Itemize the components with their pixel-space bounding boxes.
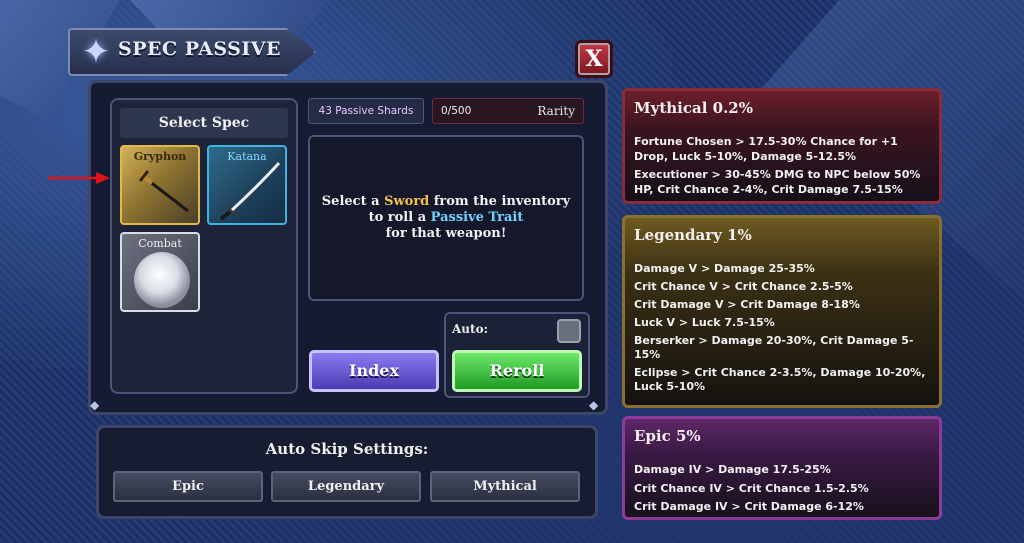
legendary-rarity-card: Legendary 1% Damage V > Damage 25-35% Cr… [622,215,942,408]
instruction-box: Select a Sword from the inventory to rol… [308,135,584,301]
sword-keyword: Sword [384,194,430,209]
annotation-arrow [48,172,110,184]
trait-line: Damage IV > Damage 17.5-25% [634,463,831,476]
reroll-button[interactable]: Reroll [452,350,582,392]
auto-label: Auto: [452,322,489,336]
mythical-title: Mythical 0.2% [634,99,753,117]
auto-checkbox[interactable] [557,319,581,343]
instruction-text: Select a Sword from the inventory to rol… [321,194,571,241]
corner-ornament-icon: ◆ [589,398,599,412]
auto-skip-legendary-button[interactable]: Legendary [271,471,421,502]
trait-line: Crit Chance V > Crit Chance 2.5-5% [634,280,853,293]
select-spec-header: Select Spec [120,108,288,138]
trait-line: Luck V > Luck 7.5-15% [634,316,775,329]
corner-ornament-icon: ◆ [90,398,100,412]
spec-card-gryphon[interactable]: Gryphon [120,145,200,225]
rarity-progress-bar: 0/500 Rarity [432,98,584,124]
spec-card-combat[interactable]: Combat [120,232,200,312]
trait-line: Eclipse > Crit Chance 2-3.5%, Damage 10-… [634,366,926,393]
mythical-rarity-card: Mythical 0.2% Fortune Chosen > 17.5-30% … [622,88,942,204]
auto-skip-mythical-button[interactable]: Mythical [430,471,580,502]
legendary-title: Legendary 1% [634,226,752,244]
close-button[interactable]: X [575,40,613,78]
legendary-traits-list: Damage V > Damage 25-35% Crit Chance V >… [634,262,931,398]
star-icon: ✦ [81,32,111,72]
katana-icon [219,161,281,221]
index-button[interactable]: Index [309,350,439,392]
epic-rarity-card: Epic 5% Damage IV > Damage 17.5-25% Crit… [622,416,942,520]
trait-line: Damage V > Damage 25-35% [634,262,815,275]
combat-orb-icon [134,252,190,308]
page-title: SPEC PASSIVE [118,38,282,60]
trait-line: Crit Damage V > Crit Damage 8-18% [634,298,860,311]
spec-card-katana[interactable]: Katana [207,145,287,225]
epic-title: Epic 5% [634,427,701,445]
passive-trait-keyword: Passive Trait [430,210,524,225]
epic-traits-list: Damage IV > Damage 17.5-25% Crit Chance … [634,463,931,517]
rarity-label: Rarity [537,104,575,118]
trait-line: Fortune Chosen > 17.5-30% Chance for +1 … [634,135,898,163]
trait-line: Crit Damage IV > Crit Damage 6-12% [634,500,864,513]
passive-shards-counter: 43 Passive Shards [308,98,424,124]
auto-skip-epic-button[interactable]: Epic [113,471,263,502]
mythical-traits-list: Fortune Chosen > 17.5-30% Chance for +1 … [634,135,931,201]
gryphon-sword-icon [134,169,189,213]
rarity-count: 0/500 [441,105,472,117]
auto-skip-title: Auto Skip Settings: [265,440,429,458]
trait-line: Crit Chance IV > Crit Chance 1.5-2.5% [634,481,869,495]
trait-line: Berserker > Damage 20-30%, Crit Damage 5… [634,334,914,361]
trait-line: Executioner > 30-45% DMG to NPC below 50… [634,168,921,196]
